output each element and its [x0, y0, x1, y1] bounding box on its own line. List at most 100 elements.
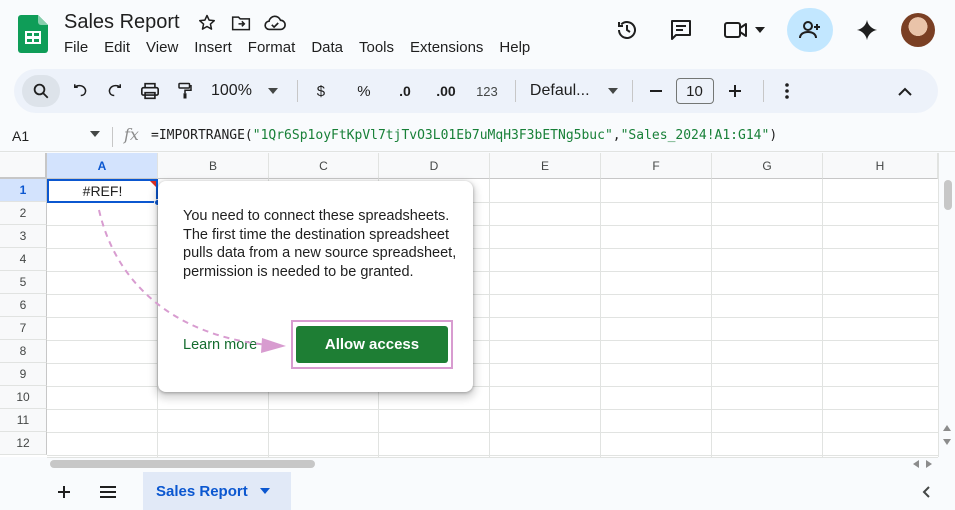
column-header-a[interactable]: A	[47, 153, 158, 179]
more-options-icon[interactable]	[772, 75, 802, 107]
search-menus-button[interactable]	[22, 75, 60, 107]
sheet-tab-sales-report[interactable]: Sales Report	[143, 472, 291, 510]
menu-extensions[interactable]: Extensions	[402, 38, 491, 58]
column-header-d[interactable]: D	[379, 153, 490, 179]
menu-help[interactable]: Help	[491, 38, 538, 58]
avatar[interactable]	[901, 13, 935, 47]
column-header-c[interactable]: C	[269, 153, 379, 179]
learn-more-link[interactable]: Learn more	[183, 337, 257, 353]
chevron-down-icon[interactable]	[90, 131, 100, 137]
toolbar: 100% $ % .0 .00 123 Defaul... 10	[14, 69, 938, 113]
format-percent-button[interactable]: %	[349, 75, 379, 107]
redo-icon[interactable]	[100, 75, 130, 107]
vertical-scrollbar-thumb[interactable]	[944, 180, 952, 210]
increase-decimal-button[interactable]: .00	[431, 75, 461, 107]
formula-bar: A1 fx =IMPORTRANGE("1Qr6Sp1oyFtKpVl7tjTv…	[0, 121, 955, 152]
scroll-down-icon[interactable]	[943, 439, 951, 445]
row-header-4[interactable]: 4	[0, 248, 47, 271]
toolbar-divider	[296, 80, 298, 102]
video-camera-icon	[724, 22, 747, 38]
cloud-saved-icon[interactable]	[262, 12, 288, 34]
formula-divider	[112, 127, 113, 147]
row-header-5[interactable]: 5	[0, 271, 47, 294]
menu-insert[interactable]: Insert	[186, 38, 240, 58]
move-folder-icon[interactable]	[228, 12, 254, 34]
row-header-8[interactable]: 8	[0, 340, 47, 363]
decrease-font-size-icon[interactable]	[641, 75, 671, 107]
meet-button[interactable]	[715, 8, 773, 52]
column-header-h[interactable]: H	[823, 153, 938, 179]
add-person-icon	[799, 21, 820, 39]
name-box[interactable]: A1	[12, 128, 29, 144]
row-header-3[interactable]: 3	[0, 225, 47, 248]
document-title[interactable]: Sales Report	[64, 11, 180, 34]
error-indicator[interactable]	[150, 181, 156, 187]
zoom-select[interactable]: 100%	[205, 75, 284, 107]
share-button[interactable]	[787, 8, 833, 52]
increase-font-size-icon[interactable]	[720, 75, 750, 107]
grid-line	[47, 455, 938, 456]
grid-line	[489, 179, 490, 457]
gemini-sparkle-icon[interactable]	[847, 8, 887, 52]
row-header-1[interactable]: 1	[0, 179, 47, 202]
undo-icon[interactable]	[65, 75, 95, 107]
paint-format-icon[interactable]	[170, 75, 200, 107]
sheet-tab-bar: Sales Report	[0, 472, 955, 510]
scroll-up-icon[interactable]	[943, 425, 951, 431]
font-size-input[interactable]: 10	[675, 78, 714, 104]
fx-icon: fx	[124, 125, 139, 144]
search-icon	[33, 83, 49, 99]
allow-access-button[interactable]: Allow access	[296, 326, 448, 363]
sheet-nav-left-icon[interactable]	[914, 480, 938, 504]
number-format-button[interactable]: 123	[472, 75, 502, 107]
add-sheet-icon[interactable]	[52, 480, 76, 504]
popup-message: You need to connect these spreadsheets. …	[183, 208, 457, 280]
chevron-down-icon	[755, 27, 765, 33]
row-header-9[interactable]: 9	[0, 363, 47, 386]
star-icon[interactable]	[194, 12, 220, 34]
toolbar-divider	[762, 80, 764, 102]
menu-view[interactable]: View	[138, 38, 186, 58]
column-header-e[interactable]: E	[490, 153, 601, 179]
font-select[interactable]: Defaul...	[524, 82, 624, 100]
column-header-f[interactable]: F	[601, 153, 712, 179]
comments-icon[interactable]	[661, 8, 701, 52]
zoom-value: 100%	[211, 82, 252, 99]
grid-line	[47, 432, 938, 433]
scroll-left-icon[interactable]	[913, 460, 919, 468]
grid-line	[711, 179, 712, 457]
formula-prefix: =IMPORTRANGE(	[151, 128, 253, 143]
row-header-2[interactable]: 2	[0, 202, 47, 225]
scroll-right-icon[interactable]	[926, 460, 932, 468]
menu-edit[interactable]: Edit	[96, 38, 138, 58]
sheet-tab-label: Sales Report	[156, 482, 248, 500]
all-sheets-icon[interactable]	[96, 480, 120, 504]
menu-data[interactable]: Data	[303, 38, 351, 58]
menu-bar: File Edit View Insert Format Data Tools …	[56, 38, 538, 58]
menu-format[interactable]: Format	[240, 38, 304, 58]
row-header-6[interactable]: 6	[0, 294, 47, 317]
spreadsheet-grid[interactable]: A B C D E F G H 1 2 3 4 5 6 7 8 9 10 11 …	[0, 153, 955, 457]
chevron-down-icon	[259, 488, 270, 494]
column-header-b[interactable]: B	[158, 153, 269, 179]
formula-arg-range: "Sales_2024!A1:G14"	[620, 128, 770, 143]
horizontal-scrollbar-thumb[interactable]	[50, 460, 315, 468]
spreadsheet-app: Sales Report File Edit View Insert Forma…	[0, 0, 955, 510]
collapse-menus-icon[interactable]	[890, 75, 920, 107]
print-icon[interactable]	[135, 75, 165, 107]
menu-file[interactable]: File	[56, 38, 96, 58]
column-header-g[interactable]: G	[712, 153, 823, 179]
decrease-decimal-button[interactable]: .0	[390, 75, 420, 107]
cell-a1[interactable]: #REF!	[47, 179, 161, 206]
row-header-12[interactable]: 12	[0, 432, 47, 455]
format-currency-button[interactable]: $	[306, 75, 336, 107]
menu-tools[interactable]: Tools	[351, 38, 402, 58]
row-header-7[interactable]: 7	[0, 317, 47, 340]
formula-input[interactable]: =IMPORTRANGE("1Qr6Sp1oyFtKpVl7tjTvO3L01E…	[151, 128, 777, 143]
grid-line	[47, 409, 938, 410]
select-all-corner[interactable]	[0, 153, 47, 179]
row-header-10[interactable]: 10	[0, 386, 47, 409]
sheets-logo[interactable]	[18, 15, 48, 53]
version-history-icon[interactable]	[607, 8, 647, 52]
row-header-11[interactable]: 11	[0, 409, 47, 432]
